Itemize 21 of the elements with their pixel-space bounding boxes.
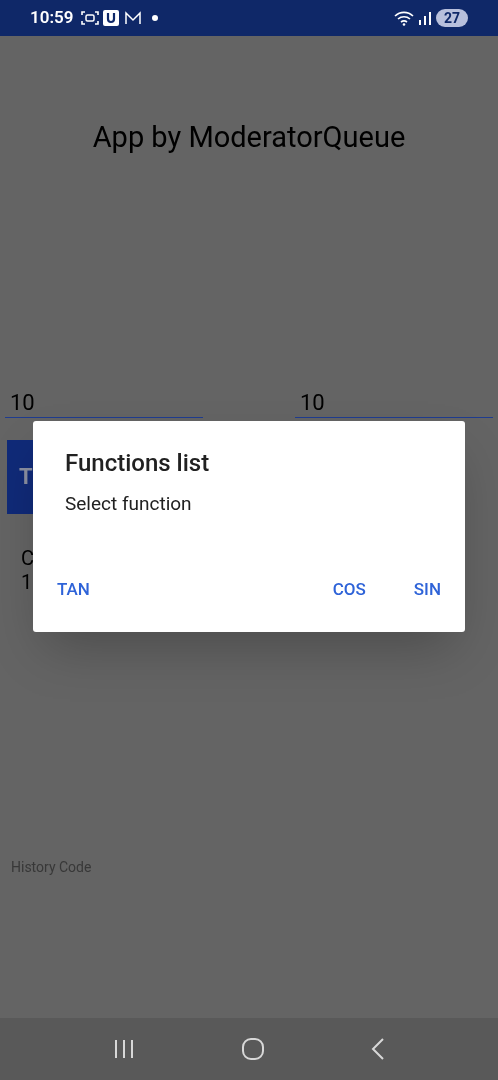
back-icon[interactable] bbox=[370, 1038, 385, 1060]
home-icon[interactable] bbox=[242, 1038, 264, 1060]
dialog-button[interactable]: SIN bbox=[397, 570, 457, 608]
dialog-button[interactable]: TAN bbox=[41, 570, 106, 608]
wifi-icon bbox=[393, 10, 414, 26]
result-text: C bbox=[21, 545, 35, 570]
result-text: 1 bbox=[21, 569, 33, 594]
number-field[interactable]: 10 bbox=[5, 388, 203, 418]
signal-icon bbox=[417, 11, 432, 25]
recent-apps-icon[interactable] bbox=[113, 1039, 136, 1059]
number-field[interactable]: 10 bbox=[295, 388, 493, 418]
dialog-message: Select function bbox=[65, 491, 193, 517]
mail-icon bbox=[124, 11, 143, 25]
app-title: App by ModeratorQueue bbox=[91, 119, 407, 156]
dialog-title: Functions list bbox=[65, 449, 211, 477]
battery-indicator: 27 bbox=[435, 9, 468, 27]
status-time: 10:59 bbox=[30, 6, 74, 30]
screenshot-icon bbox=[81, 10, 100, 26]
dialog-button[interactable]: COS bbox=[316, 570, 382, 608]
app-icon bbox=[103, 10, 120, 26]
dot-icon bbox=[152, 15, 159, 21]
